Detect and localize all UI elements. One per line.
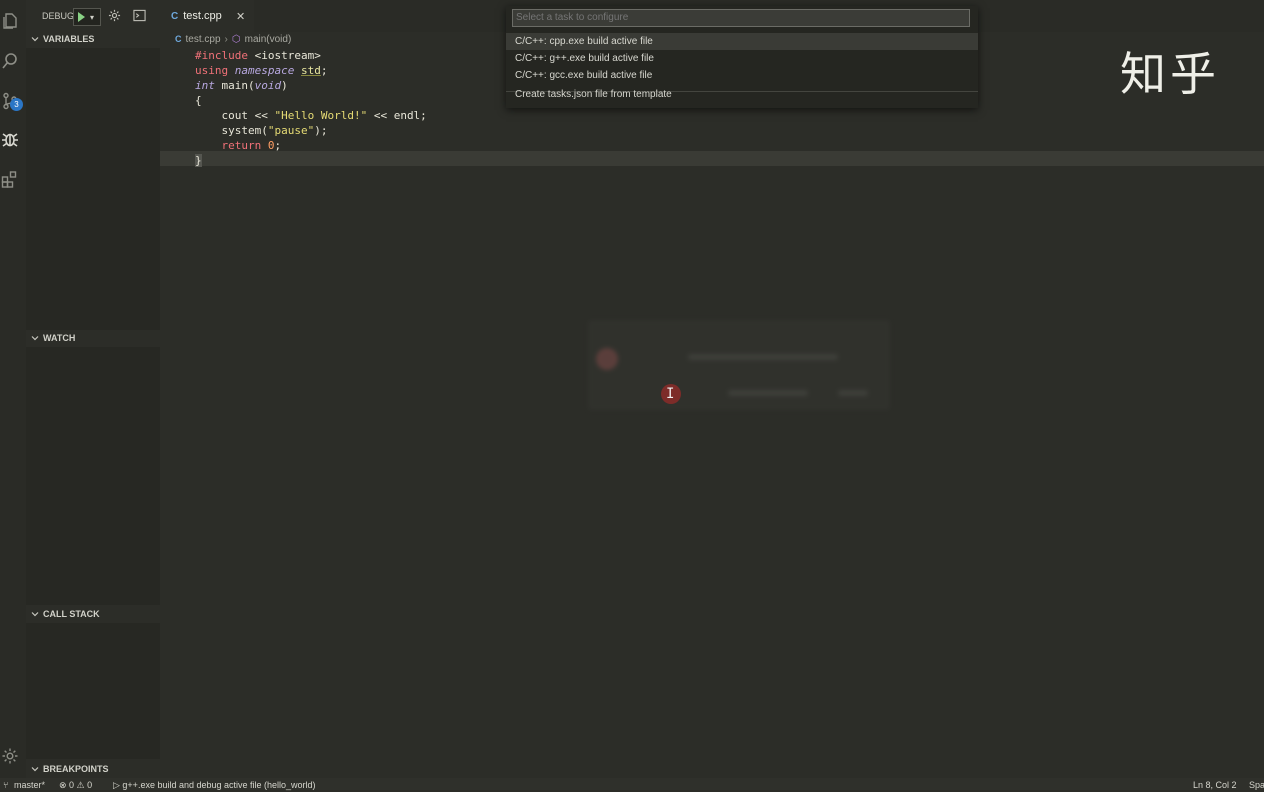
section-watch-label: WATCH [43, 332, 76, 343]
breadcrumb: C test.cpp › ⬡ main(void) [175, 32, 291, 46]
open-launch-json-gear-icon[interactable] [108, 9, 122, 23]
cpp-file-icon: C [175, 34, 182, 44]
call-stack-panel [26, 623, 160, 759]
debug-icon[interactable] [0, 128, 20, 150]
method-symbol-icon: ⬡ [231, 33, 241, 45]
chevron-down-icon [31, 335, 39, 340]
notification-icon [596, 348, 618, 370]
blurred-text [728, 390, 808, 396]
variables-panel [26, 48, 160, 330]
section-variables-label: VARIABLES [43, 33, 95, 44]
quick-pick-item[interactable]: C/C++: cpp.exe build active file [506, 33, 978, 50]
code-editor[interactable]: #include <iostream> using namespace std;… [160, 46, 1264, 778]
task-quick-pick: C/C++: cpp.exe build active file C/C++: … [506, 6, 978, 108]
section-breakpoints[interactable]: BREAKPOINTS [26, 760, 160, 777]
text-cursor-icon: I [666, 386, 675, 402]
blurred-text [838, 390, 868, 396]
start-debugging-button[interactable]: ▾ [73, 8, 101, 26]
cpp-file-icon: C [171, 10, 179, 22]
activity-bar: 3 [0, 0, 26, 778]
chevron-down-icon [31, 766, 39, 771]
blurred-text [688, 354, 838, 360]
code-line-7: return 0; [195, 139, 282, 152]
play-icon [78, 12, 85, 22]
chevron-down-icon [31, 36, 39, 41]
watch-panel [26, 347, 160, 605]
code-line-4: { [195, 94, 202, 107]
code-line-8: } [195, 154, 202, 167]
tab-test-cpp[interactable]: C test.cpp ✕ [160, 0, 254, 32]
zhihu-watermark: 知乎 [1120, 47, 1220, 101]
section-variables[interactable]: VARIABLES [26, 30, 160, 47]
chevron-down-icon[interactable]: ▾ [90, 13, 94, 22]
extensions-icon[interactable] [0, 168, 20, 190]
section-call-stack-label: CALL STACK [43, 608, 100, 619]
debug-toolbar: DEBUG ▾ [26, 0, 160, 32]
blurred-notification [588, 320, 890, 410]
debug-console-icon[interactable] [133, 9, 147, 23]
code-line-5: cout << "Hello World!" << endl; [195, 109, 427, 122]
debug-label: DEBUG [42, 11, 75, 21]
status-bar: ⑂ master* ⊗ 0 ⚠ 0 ▷ g++.exe build and de… [0, 778, 1264, 790]
section-breakpoints-label: BREAKPOINTS [43, 763, 109, 774]
breadcrumb-symbol[interactable]: main(void) [245, 34, 292, 45]
quick-pick-item[interactable]: C/C++: g++.exe build active file [506, 50, 978, 67]
tab-label: test.cpp [183, 10, 222, 22]
section-call-stack[interactable]: CALL STACK [26, 605, 160, 622]
quick-pick-input[interactable] [512, 9, 970, 27]
explorer-icon[interactable] [0, 10, 20, 32]
quick-pick-item[interactable]: Create tasks.json file from template [506, 86, 978, 103]
code-line-6: system("pause"); [195, 124, 328, 137]
chevron-right-icon: › [224, 33, 228, 45]
code-line-3: int main(void) [195, 79, 288, 92]
search-icon[interactable] [0, 50, 20, 72]
quick-pick-item[interactable]: C/C++: gcc.exe build active file [506, 67, 978, 84]
breadcrumb-file[interactable]: test.cpp [186, 34, 221, 45]
code-line-2: using namespace std; [195, 64, 328, 77]
section-watch[interactable]: WATCH [26, 329, 160, 346]
manage-gear-icon[interactable] [0, 745, 20, 767]
chevron-down-icon [31, 611, 39, 616]
scm-badge: 3 [10, 98, 23, 111]
code-line-1: #include <iostream> [195, 49, 321, 62]
close-icon[interactable]: ✕ [236, 10, 245, 23]
